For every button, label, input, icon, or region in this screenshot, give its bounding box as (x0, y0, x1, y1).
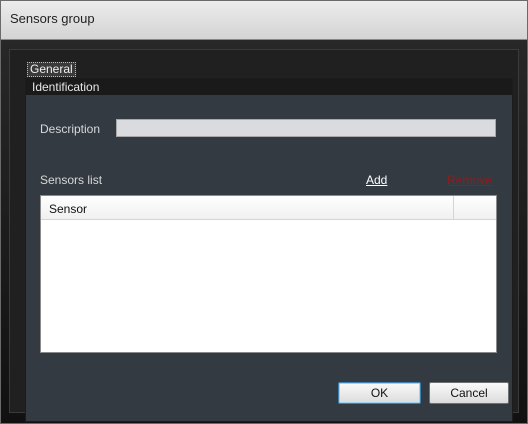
sensors-group-dialog: Sensors group General Identification Des… (0, 0, 528, 424)
cancel-button[interactable]: Cancel (429, 382, 509, 404)
remove-sensor-link[interactable]: Remove (447, 173, 492, 187)
sensors-table[interactable]: Sensor (40, 195, 497, 353)
sensors-list-label: Sensors list (40, 173, 103, 187)
title-bar[interactable]: Sensors group (1, 1, 527, 40)
ok-button[interactable]: OK (338, 382, 421, 404)
add-sensor-link[interactable]: Add (366, 173, 387, 187)
description-label: Description (40, 122, 101, 136)
column-header-sensor[interactable]: Sensor (49, 202, 87, 216)
column-divider (453, 196, 454, 220)
tab-general[interactable]: General (27, 62, 76, 77)
identification-header: Identification (26, 79, 512, 95)
content-area: General Identification Description Senso… (9, 49, 519, 422)
window-title: Sensors group (10, 11, 95, 26)
general-panel: Identification Description Sensors list … (25, 78, 513, 422)
table-header: Sensor (41, 196, 496, 220)
description-input[interactable] (116, 119, 496, 137)
